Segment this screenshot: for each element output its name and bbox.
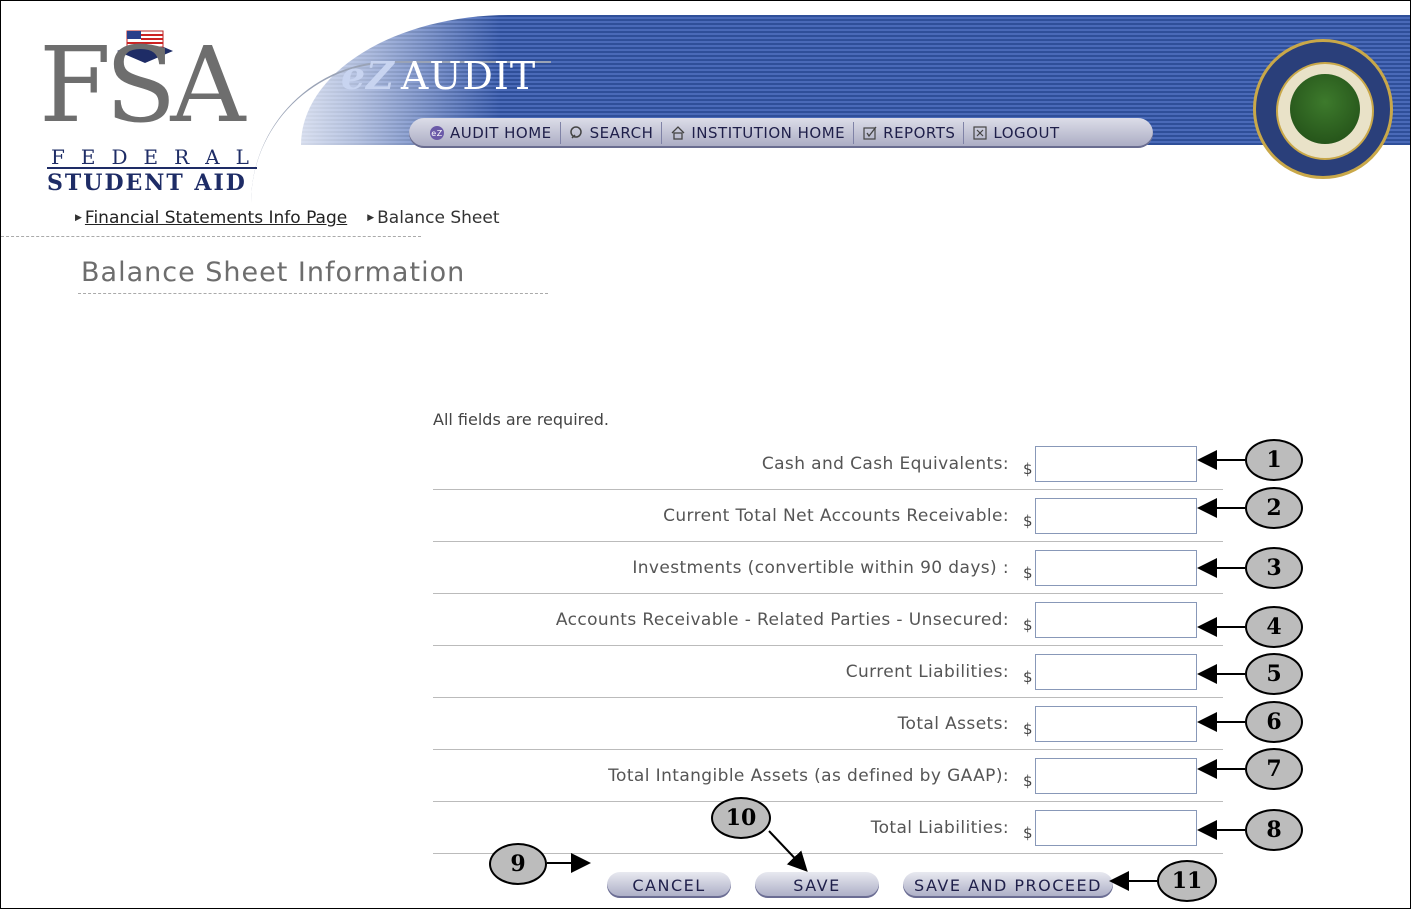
- nav-audit-home[interactable]: eZ AUDIT HOME: [421, 122, 561, 144]
- currency-symbol: $: [1023, 460, 1033, 478]
- main-nav: eZ AUDIT HOME SEARCH INSTITUTION HOME RE…: [409, 118, 1153, 148]
- total-liabilities-input[interactable]: [1035, 810, 1197, 846]
- required-note: All fields are required.: [433, 410, 609, 429]
- home-icon: [670, 125, 686, 141]
- breadcrumb: ▶ Financial Statements Info Page ▶ Balance…: [75, 208, 500, 228]
- field-label: Current Liabilities:: [845, 662, 1009, 682]
- form-row-intangible-assets: Total Intangible Assets (as defined by G…: [433, 750, 1223, 802]
- nav-search[interactable]: SEARCH: [561, 122, 663, 144]
- fsa-logo[interactable]: FSA FEDERAL STUDENT AID: [11, 11, 261, 196]
- site-header: FSA FEDERAL STUDENT AID eZ AUDIT eZ AUDIT…: [1, 1, 1410, 196]
- callout-9: 9: [489, 843, 547, 885]
- form-row-current-liabilities: Current Liabilities: $: [433, 646, 1223, 698]
- field-label: Total Intangible Assets (as defined by G…: [608, 766, 1009, 786]
- field-label: Total Assets:: [897, 714, 1009, 734]
- nav-institution-home[interactable]: INSTITUTION HOME: [662, 122, 855, 144]
- breadcrumb-link[interactable]: Financial Statements Info Page: [85, 208, 347, 228]
- logo-fsa-text: FSA: [39, 24, 246, 146]
- callout-4: 4: [1245, 606, 1303, 648]
- breadcrumb-current: Balance Sheet: [377, 208, 500, 228]
- tree-icon: [1290, 74, 1360, 144]
- logo-federal-text: FEDERAL: [51, 145, 265, 169]
- callout-7: 7: [1245, 748, 1303, 790]
- close-box-icon: [972, 125, 988, 141]
- current-liabilities-input[interactable]: [1035, 654, 1197, 690]
- currency-symbol: $: [1023, 512, 1033, 530]
- field-label: Accounts Receivable - Related Parties - …: [555, 610, 1009, 630]
- currency-symbol: $: [1023, 720, 1033, 738]
- field-label: Investments (convertible within 90 days)…: [632, 558, 1009, 578]
- form-row-related-parties: Accounts Receivable - Related Parties - …: [433, 594, 1223, 646]
- form-row-receivable: Current Total Net Accounts Receivable: $: [433, 490, 1223, 542]
- nav-institution-home-label: INSTITUTION HOME: [691, 124, 846, 142]
- seal-center: [1276, 62, 1374, 160]
- logo-student-aid-text: STUDENT AID: [47, 167, 257, 196]
- search-icon: [569, 125, 585, 141]
- nav-audit-home-label: AUDIT HOME: [450, 124, 552, 142]
- nav-search-label: SEARCH: [589, 124, 654, 142]
- department-of-education-seal: [1253, 39, 1393, 179]
- currency-symbol: $: [1023, 824, 1033, 842]
- currency-symbol: $: [1023, 616, 1033, 634]
- intangible-assets-input[interactable]: [1035, 758, 1197, 794]
- report-check-icon: [862, 125, 878, 141]
- breadcrumb-arrow-icon: ▶: [367, 213, 375, 223]
- callout-2: 2: [1245, 487, 1303, 529]
- row-divider: [433, 853, 1223, 854]
- save-and-proceed-button[interactable]: SAVE AND PROCEED: [903, 872, 1113, 898]
- total-assets-input[interactable]: [1035, 706, 1197, 742]
- callout-3: 3: [1245, 547, 1303, 589]
- breadcrumb-item-financial-statements[interactable]: ▶ Financial Statements Info Page: [75, 208, 347, 228]
- callout-5: 5: [1245, 653, 1303, 695]
- svg-text:eZ: eZ: [431, 129, 442, 138]
- nav-reports-label: REPORTS: [883, 124, 956, 142]
- callout-6: 6: [1245, 701, 1303, 743]
- cancel-button[interactable]: CANCEL: [607, 872, 731, 898]
- field-label: Cash and Cash Equivalents:: [761, 454, 1009, 474]
- currency-symbol: $: [1023, 668, 1033, 686]
- app-name-ez: eZ: [341, 53, 395, 98]
- breadcrumb-divider: [1, 236, 421, 237]
- currency-symbol: $: [1023, 772, 1033, 790]
- currency-symbol: $: [1023, 564, 1033, 582]
- callout-10: 10: [711, 797, 771, 839]
- nav-logout[interactable]: LOGOUT: [964, 122, 1067, 144]
- form-row-investments: Investments (convertible within 90 days)…: [433, 542, 1223, 594]
- nav-logout-label: LOGOUT: [993, 124, 1060, 142]
- page-title: Balance Sheet Information: [81, 257, 466, 288]
- app-name: eZ AUDIT: [341, 53, 536, 98]
- nav-reports[interactable]: REPORTS: [854, 122, 965, 144]
- breadcrumb-item-balance-sheet: ▶ Balance Sheet: [367, 208, 499, 228]
- app-window: FSA FEDERAL STUDENT AID eZ AUDIT eZ AUDIT…: [0, 0, 1411, 909]
- related-parties-receivable-input[interactable]: [1035, 602, 1197, 638]
- audit-logo-icon: eZ: [429, 125, 445, 141]
- form-row-total-liabilities: Total Liabilities: $: [433, 802, 1223, 854]
- breadcrumb-arrow-icon: ▶: [75, 213, 82, 223]
- callout-11: 11: [1157, 860, 1217, 902]
- callout-8: 8: [1245, 809, 1303, 851]
- callout-1: 1: [1245, 439, 1303, 481]
- net-accounts-receivable-input[interactable]: [1035, 498, 1197, 534]
- app-name-audit: AUDIT: [400, 54, 537, 98]
- form-row-cash: Cash and Cash Equivalents: $: [433, 438, 1223, 490]
- save-button[interactable]: SAVE: [755, 872, 879, 898]
- form-row-total-assets: Total Assets: $: [433, 698, 1223, 750]
- cash-equivalents-input[interactable]: [1035, 446, 1197, 482]
- title-divider: [78, 293, 548, 294]
- field-label: Total Liabilities:: [870, 818, 1009, 838]
- investments-input[interactable]: [1035, 550, 1197, 586]
- field-label: Current Total Net Accounts Receivable:: [663, 506, 1009, 526]
